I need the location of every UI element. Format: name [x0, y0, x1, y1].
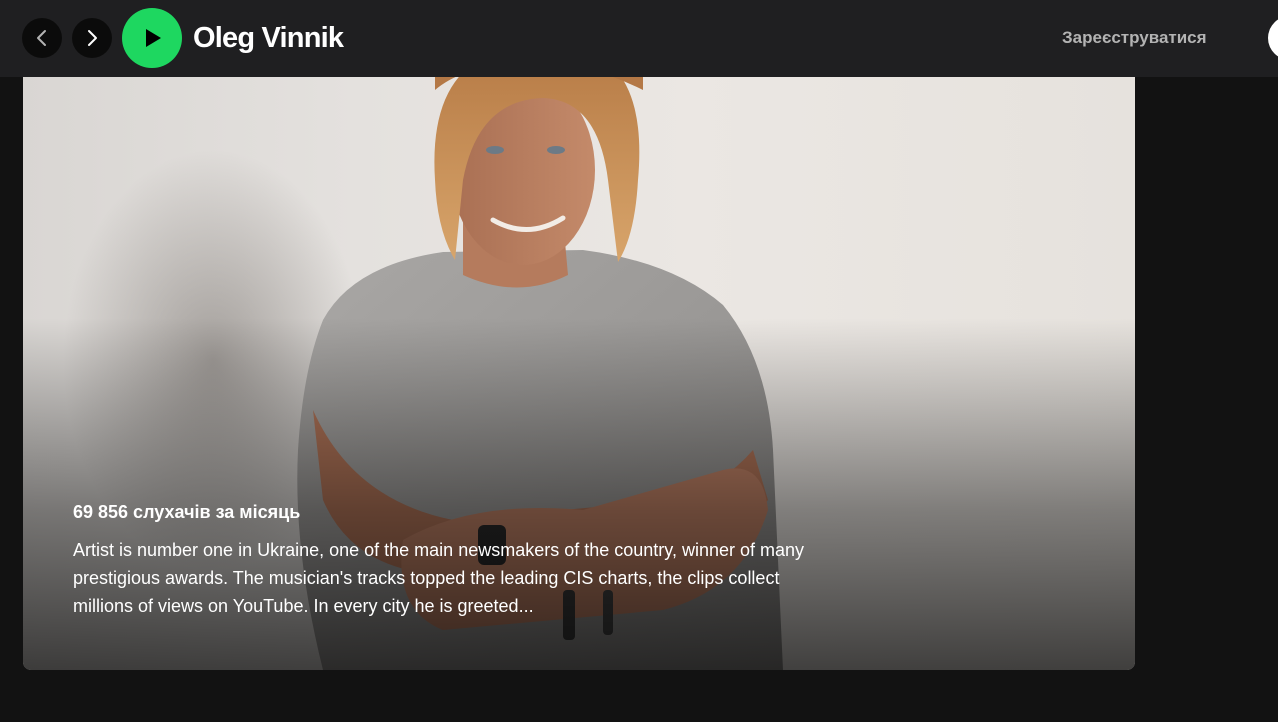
signup-button[interactable]: Зареєструватися [1062, 27, 1207, 49]
chevron-right-icon [88, 30, 97, 46]
login-button[interactable] [1268, 16, 1278, 60]
artist-bio: Artist is number one in Ukraine, one of … [73, 540, 805, 616]
artist-about-card[interactable]: 69 856 слухачів за місяць Artist is numb… [23, 30, 1135, 670]
artist-name: Oleg Vinnik [193, 22, 344, 54]
back-button[interactable] [22, 18, 62, 58]
play-icon [146, 29, 161, 47]
play-button[interactable] [122, 8, 182, 68]
top-bar: Oleg Vinnik Зареєструватися [0, 0, 1278, 77]
chevron-left-icon [37, 30, 46, 46]
forward-button[interactable] [72, 18, 112, 58]
monthly-listeners: 69 856 слухачів за місяць [73, 502, 301, 522]
